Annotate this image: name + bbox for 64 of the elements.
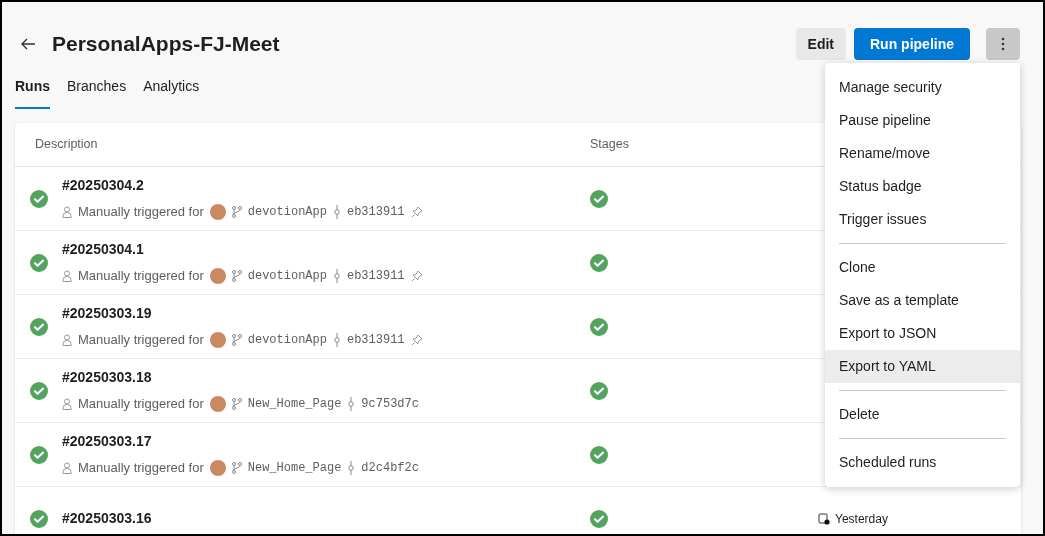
menu-item[interactable]: Delete	[825, 398, 1020, 431]
menu-item[interactable]: Rename/move	[825, 137, 1020, 170]
avatar	[209, 396, 226, 412]
trigger-text: Manually triggered for	[78, 203, 204, 222]
trigger-text: Manually triggered for	[78, 459, 204, 478]
commit-icon	[332, 333, 341, 347]
avatar	[209, 204, 226, 220]
branch-name[interactable]: devotionApp	[247, 331, 327, 349]
branch-icon	[231, 270, 242, 282]
commit-hash[interactable]: d2c4bf2c	[361, 459, 419, 477]
person-icon	[62, 462, 72, 474]
person-icon	[62, 398, 72, 410]
branch-name[interactable]: New_Home_Page	[247, 395, 342, 413]
more-icon	[1001, 37, 1005, 51]
tab[interactable]: Analytics	[143, 76, 200, 109]
run-date: Yesterday	[835, 510, 888, 528]
menu-item[interactable]: Status badge	[825, 170, 1020, 203]
menu-item[interactable]: Clone	[825, 251, 1020, 284]
back-arrow-icon[interactable]	[20, 37, 36, 51]
avatar	[209, 460, 226, 476]
avatar	[209, 268, 226, 284]
branch-icon	[231, 206, 242, 218]
run-title[interactable]: #20250303.18	[62, 367, 590, 389]
branch-icon	[231, 334, 242, 346]
run-title[interactable]: #20250304.1	[62, 239, 590, 261]
run-title[interactable]: #20250304.2	[62, 175, 590, 197]
run-title[interactable]: #20250303.19	[62, 303, 590, 325]
commit-hash[interactable]: eb313911	[346, 331, 405, 349]
person-icon	[62, 334, 72, 346]
run-title[interactable]: #20250303.17	[62, 431, 590, 453]
branch-icon	[231, 398, 242, 410]
trigger-text: Manually triggered for	[78, 267, 204, 286]
calendar-clock-icon	[818, 512, 830, 525]
commit-icon	[347, 461, 356, 475]
menu-item[interactable]: Manage security	[825, 71, 1020, 104]
menu-item[interactable]: Trigger issues	[825, 203, 1020, 236]
menu-item[interactable]: Pause pipeline	[825, 104, 1020, 137]
commit-hash[interactable]: eb313911	[346, 203, 405, 221]
menu-item[interactable]: Scheduled runs	[825, 446, 1020, 479]
run-title[interactable]: #20250303.16	[62, 508, 590, 529]
page-title: PersonalApps-FJ-Meet	[52, 31, 280, 58]
edit-button[interactable]: Edit	[795, 28, 846, 60]
person-icon	[62, 206, 72, 218]
branch-name[interactable]: New_Home_Page	[247, 459, 342, 477]
branch-icon	[231, 462, 242, 474]
commit-hash[interactable]: eb313911	[346, 267, 405, 285]
column-header: Stages	[590, 136, 629, 154]
menu-item[interactable]: Export to JSON	[825, 317, 1020, 350]
avatar	[209, 332, 226, 348]
commit-icon	[347, 397, 356, 411]
trigger-text: Manually triggered for	[78, 395, 204, 414]
run-pipeline-button[interactable]: Run pipeline	[854, 28, 970, 60]
trigger-text: Manually triggered for	[78, 331, 204, 350]
commit-icon	[332, 269, 341, 283]
menu-item[interactable]: Export to YAML	[825, 350, 1020, 383]
branch-name[interactable]: devotionApp	[247, 267, 327, 285]
tab[interactable]: Runs	[15, 76, 50, 109]
branch-name[interactable]: devotionApp	[247, 203, 327, 221]
column-header: Description	[34, 136, 99, 154]
commit-icon	[332, 205, 341, 219]
commit-hash[interactable]: 9c753d7c	[361, 395, 419, 413]
menu-item[interactable]: Save as a template	[825, 284, 1020, 317]
tab[interactable]: Branches	[67, 76, 127, 109]
person-icon	[62, 270, 72, 282]
